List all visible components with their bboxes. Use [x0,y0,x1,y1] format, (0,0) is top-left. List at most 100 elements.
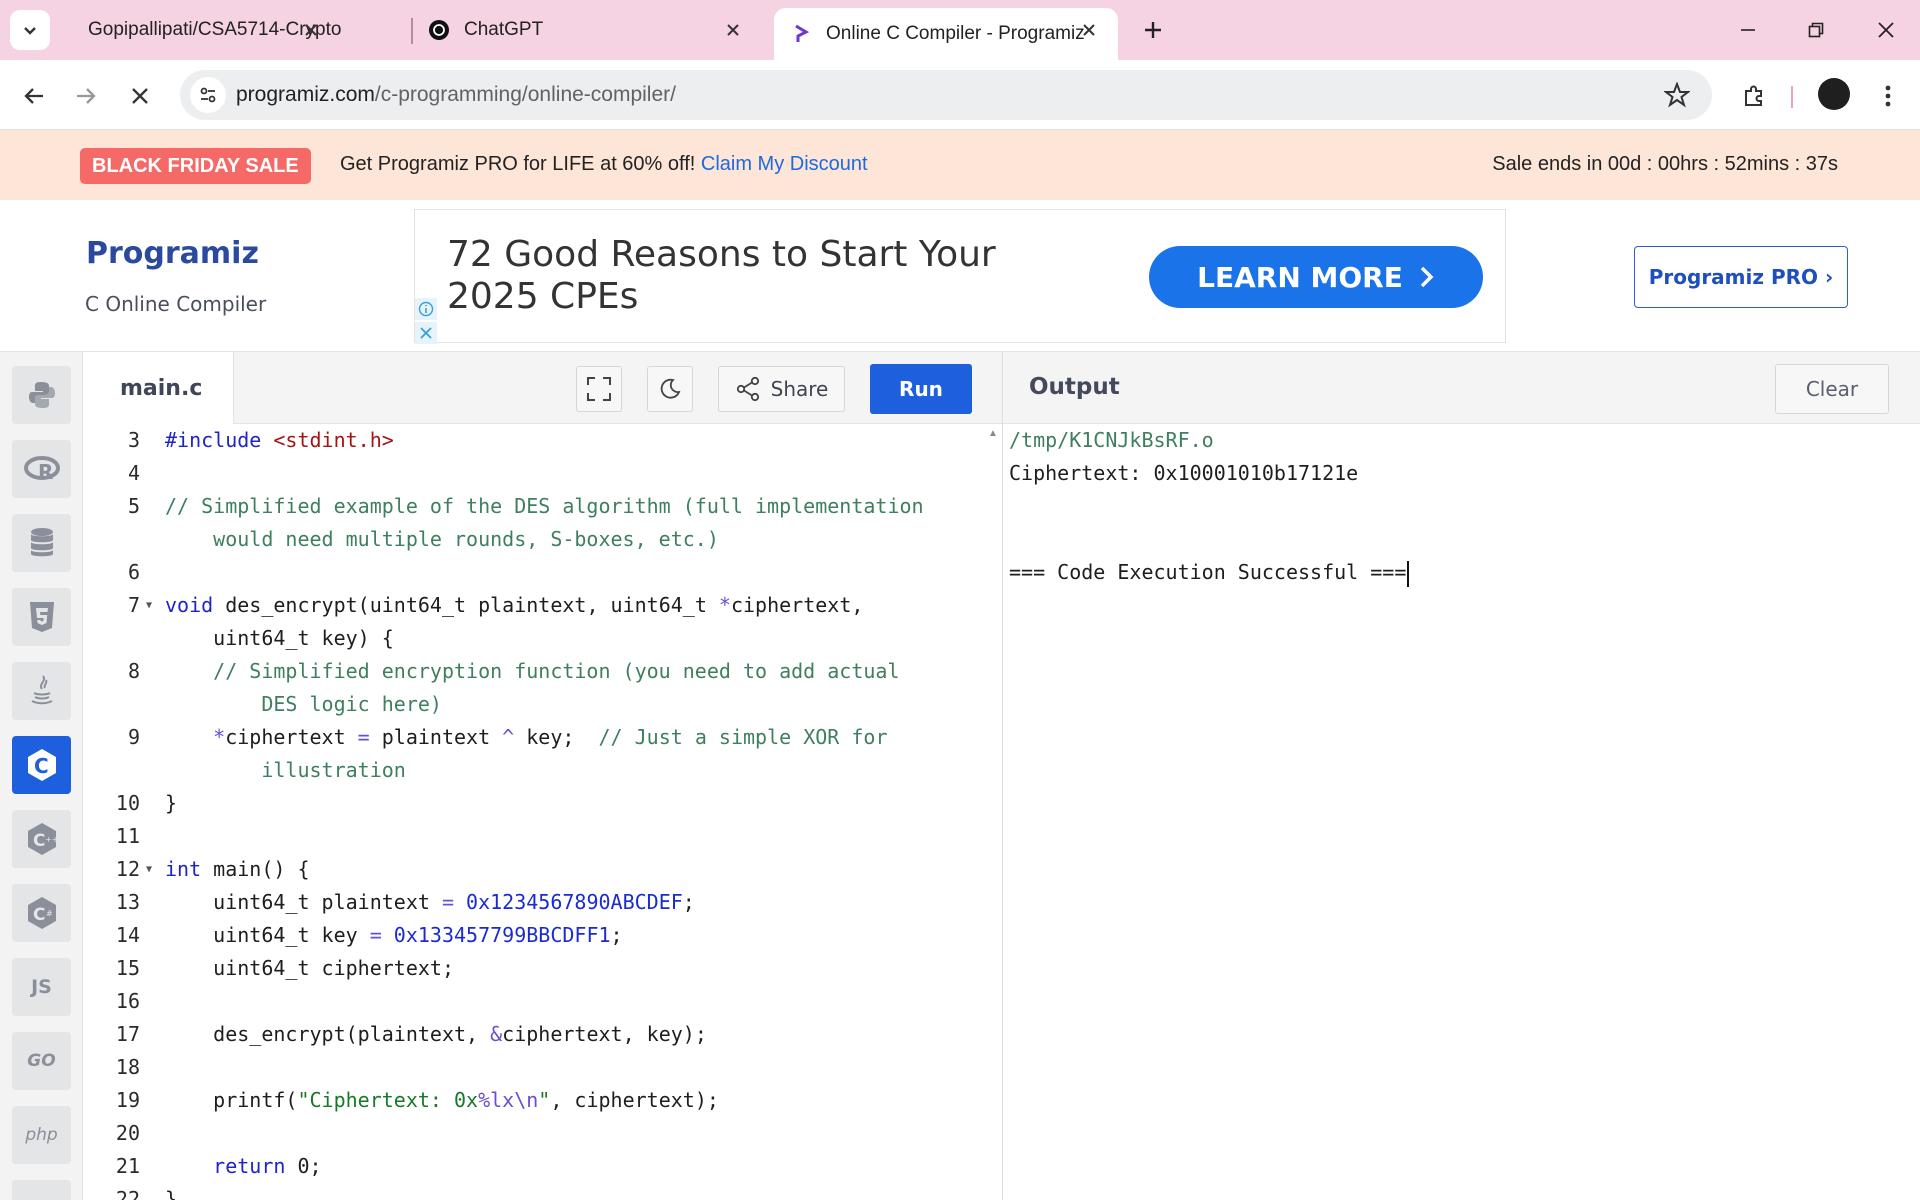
tab-search-button[interactable] [10,10,50,50]
code-line: 21 return 0; [84,1150,1002,1183]
code-line: 18 [84,1051,1002,1084]
lang-java[interactable] [12,662,71,720]
tab-chatgpt[interactable]: ChatGPT [412,8,762,52]
code-text: printf("Ciphertext: 0x%lx\n", ciphertext… [165,1088,719,1112]
tab-github[interactable]: Gopipallipati/CSA5714-Crypto [58,8,341,52]
run-button[interactable]: Run [870,364,972,414]
site-header: Programiz C Online Compiler 72 Good Reas… [0,200,1920,352]
programiz-icon [795,24,810,42]
js-icon: JS [31,976,52,998]
url-host: programiz.com [236,83,375,106]
code-text: uint64_t key) { [165,626,394,650]
line-number: 14 [115,923,140,947]
line-number: 7 [127,593,140,617]
close-icon [1878,22,1894,38]
claim-discount-link[interactable]: Claim My Discount [701,153,868,175]
line-number: 6 [127,560,140,584]
code-line: 5 // Simplified example of the DES algori… [84,490,1002,523]
code-text: int main() { [165,857,310,881]
svg-text:C: C [34,754,49,778]
output-toolbar: Output Clear [1003,352,1920,424]
lang-r[interactable]: R [12,440,71,498]
code-text: uint64_t plaintext = 0x1234567890ABCDEF; [165,890,695,914]
tab-title: ChatGPT [464,19,544,40]
address-bar[interactable]: programiz.com/c-programming/online-compi… [180,70,1712,120]
fold-arrow-icon[interactable]: ▼ [146,589,152,622]
more-vertical-icon [1885,85,1891,107]
bookmark-star-button[interactable] [1663,81,1691,113]
new-tab-button[interactable] [1135,12,1171,48]
line-number: 22 [115,1187,140,1200]
forward-button[interactable] [66,76,106,116]
code-editor[interactable]: 3 #include <stdint.h> 4 5 // Simplified ex… [84,424,1002,1200]
promo-banner: BLACK FRIDAY SALE Get Programiz PRO for … [0,130,1920,200]
code-text: #include <stdint.h> [165,428,394,452]
stop-loading-button[interactable] [120,76,160,116]
lang-csharp[interactable]: C # [12,884,71,942]
code-text: } [165,1187,178,1200]
lang-sql[interactable] [12,514,71,572]
line-number: 9 [127,725,140,749]
browser-menu-button[interactable] [1868,76,1908,116]
code-line: 14 uint64_t key = 0x133457799BBCDFF1; [84,919,1002,952]
code-line: 12 ▼ int main() { [84,853,1002,886]
ad-banner[interactable]: 72 Good Reasons to Start Your 2025 CPEs … [414,209,1506,344]
programiz-pro-button[interactable]: Programiz PRO › [1634,246,1848,308]
tab-programiz[interactable]: Online C Compiler - Programiz [774,8,1118,60]
lang-c[interactable]: C [12,736,71,794]
html5-icon [29,602,54,632]
fullscreen-button[interactable] [576,366,622,412]
code-line-wrap: DES logic here) [84,688,1002,721]
close-icon[interactable] [1076,17,1102,43]
code-line: 19 printf("Ciphertext: 0x%lx\n", ciphert… [84,1084,1002,1117]
programiz-logo[interactable]: Programiz [86,236,259,271]
lang-php[interactable]: php [12,1106,71,1164]
lang-javascript[interactable]: JS [12,958,71,1016]
code-line-wrap: would need multiple rounds, S-boxes, etc… [84,523,1002,556]
plus-icon [1145,22,1161,38]
file-tab-main-c[interactable]: main.c [84,352,234,424]
learn-more-button[interactable]: LEARN MORE [1149,246,1483,308]
close-icon[interactable] [720,17,746,43]
close-icon[interactable] [298,17,324,43]
clear-button[interactable]: Clear [1775,364,1889,414]
sale-timer: Sale ends in 00d : 00hrs : 52mins : 37s [1492,153,1838,175]
theme-toggle-button[interactable] [647,366,693,412]
back-button[interactable] [14,76,54,116]
close-window-button[interactable] [1862,10,1910,50]
profile-avatar[interactable] [1818,78,1850,110]
lang-more[interactable] [12,1180,71,1200]
share-button[interactable]: Share [718,366,845,412]
site-info-button[interactable] [190,77,226,113]
lang-go[interactable]: GO [12,1032,71,1090]
line-number: 3 [127,428,140,452]
fold-arrow-icon[interactable]: ▼ [146,853,152,886]
restore-button[interactable] [1792,10,1840,50]
code-line: 4 [84,457,1002,490]
output-status-text: === Code Execution Successful === [1009,560,1407,584]
extensions-button[interactable] [1734,76,1774,116]
csharp-icon: C # [27,897,56,929]
svg-text:#: # [46,909,53,918]
python-icon [28,382,55,408]
promo-message: Get Programiz PRO for LIFE at 60% off! C… [340,153,868,176]
code-text: uint64_t key = 0x133457799BBCDFF1; [165,923,623,947]
lang-cpp[interactable]: C ++ [12,810,71,868]
java-icon [31,675,52,705]
lang-python[interactable] [12,366,71,424]
code-comment: DES logic here) [165,692,442,716]
line-number: 11 [115,824,140,848]
cpp-icon: C ++ [27,823,58,855]
learn-more-label: LEARN MORE [1197,260,1403,294]
minimize-button[interactable] [1724,10,1772,50]
arrow-left-icon [24,88,43,104]
scroll-up-icon[interactable]: ▲ [988,428,998,439]
ad-info-button[interactable] [415,298,437,320]
line-number: 16 [115,989,140,1013]
lang-html[interactable] [12,588,71,646]
code-text: des_encrypt(plaintext, &ciphertext, key)… [165,1022,707,1046]
sale-badge: BLACK FRIDAY SALE [80,148,311,184]
output-console[interactable]: /tmp/K1CNJkBsRF.o Ciphertext: 0x10001010… [1003,424,1920,1200]
line-number: 17 [115,1022,140,1046]
ad-close-button[interactable] [415,322,437,344]
